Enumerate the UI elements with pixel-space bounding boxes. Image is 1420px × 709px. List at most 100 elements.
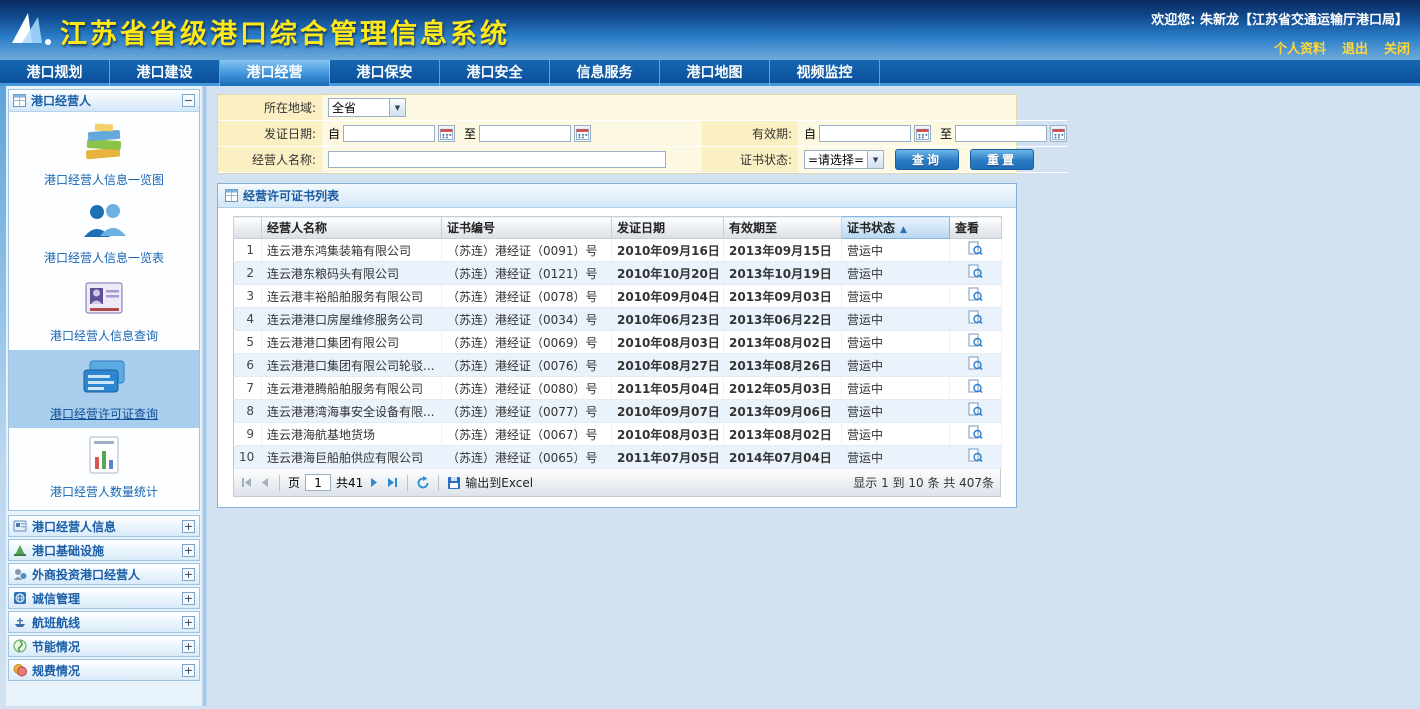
next-page-button[interactable] (368, 476, 381, 489)
cell-name: 连云港丰裕船舶服务有限公司 (262, 285, 442, 308)
header-link-2[interactable]: 关闭 (1384, 42, 1410, 57)
validity-to-input[interactable] (955, 125, 1047, 142)
cell-status: 营运中 (842, 331, 950, 354)
table-row[interactable]: 3连云港丰裕船舶服务有限公司（苏连）港经证（0078）号2010年09月04日2… (234, 285, 1002, 308)
nav-tab-5[interactable]: 信息服务 (550, 60, 660, 86)
expand-button[interactable]: + (182, 520, 195, 533)
license-icon (81, 357, 127, 400)
column-header-4[interactable]: 有效期至 (724, 217, 842, 239)
sidebar-panel-header[interactable]: 港口经营人 − (9, 90, 199, 112)
nav-tab-3[interactable]: 港口保安 (330, 60, 440, 86)
view-icon[interactable] (968, 425, 983, 440)
table-row[interactable]: 4连云港港口房屋维修服务公司（苏连）港经证（0034）号2010年06月23日2… (234, 308, 1002, 331)
region-select[interactable]: 全省 ▼ (328, 98, 406, 117)
sidebar-collapsed-panel-6[interactable]: 规费情况+ (8, 659, 200, 681)
content-area: 港口经营人 − 港口经营人信息一览图港口经营人信息一览表港口经营人信息查询港口经… (0, 86, 1420, 706)
column-header-5[interactable]: 证书状态▲ (842, 217, 950, 239)
column-header-0[interactable] (234, 217, 262, 239)
last-page-button[interactable] (386, 476, 399, 489)
cell-cert_no: （苏连）港经证（0091）号 (442, 239, 612, 262)
sidebar-collapsed-panel-4[interactable]: 航班航线+ (8, 611, 200, 633)
column-header-6[interactable]: 查看 (950, 217, 1002, 239)
view-icon[interactable] (968, 402, 983, 417)
pager: 页 共41 (233, 469, 1001, 497)
export-excel-button[interactable]: 输出到Excel (447, 474, 533, 491)
column-header-1[interactable]: 经营人名称 (262, 217, 442, 239)
sidebar-collapsed-panel-1[interactable]: 港口基础设施+ (8, 539, 200, 561)
column-header-3[interactable]: 发证日期 (612, 217, 724, 239)
refresh-button[interactable] (416, 476, 430, 490)
expand-button[interactable]: + (182, 664, 195, 677)
region-select-value: 全省 (329, 99, 389, 116)
page-number-input[interactable] (305, 474, 331, 491)
query-button[interactable]: 查询 (895, 149, 959, 170)
cert-status-select[interactable]: =请选择= ▼ (804, 150, 884, 169)
nav-tab-1[interactable]: 港口建设 (110, 60, 220, 86)
sidebar-item-1[interactable]: 港口经营人信息一览表 (9, 194, 199, 272)
validity-from-input[interactable] (819, 125, 911, 142)
nav-tab-0[interactable]: 港口规划 (0, 60, 110, 86)
issue-date-from-input[interactable] (343, 125, 435, 142)
sidebar-collapsed-panel-0[interactable]: 港口经营人信息+ (8, 515, 200, 537)
app-logo-icon (10, 10, 52, 51)
expand-button[interactable]: + (182, 640, 195, 653)
table-row[interactable]: 1连云港东鸿集装箱有限公司（苏连）港经证（0091）号2010年09月16日20… (234, 239, 1002, 262)
header-link-0[interactable]: 个人资料 (1274, 42, 1326, 57)
view-icon[interactable] (968, 310, 983, 325)
sidebar-item-label: 港口经营人数量统计 (50, 483, 158, 500)
calendar-icon[interactable] (574, 125, 591, 142)
expand-button[interactable]: + (182, 544, 195, 557)
header-link-1[interactable]: 退出 (1342, 42, 1368, 57)
sidebar-collapsed-panel-2[interactable]: 外商投资港口经营人+ (8, 563, 200, 585)
table-row[interactable]: 10连云港海巨船舶供应有限公司（苏连）港经证（0065）号2011年07月05日… (234, 446, 1002, 469)
column-header-2[interactable]: 证书编号 (442, 217, 612, 239)
nav-tab-2[interactable]: 港口经营 (220, 60, 330, 86)
calendar-icon[interactable] (438, 125, 455, 142)
operator-name-input[interactable] (328, 151, 666, 168)
expand-button[interactable]: + (182, 568, 195, 581)
table-row[interactable]: 2连云港东粮码头有限公司（苏连）港经证（0121）号2010年10月20日201… (234, 262, 1002, 285)
sidebar-item-4[interactable]: 港口经营人数量统计 (9, 428, 199, 506)
view-icon[interactable] (968, 448, 983, 463)
reset-button[interactable]: 重置 (970, 149, 1034, 170)
cell-valid_until: 2013年10月19日 (724, 262, 842, 285)
table-row[interactable]: 8连云港港湾海事安全设备有限...（苏连）港经证（0077）号2010年09月0… (234, 400, 1002, 423)
table-row[interactable]: 9连云港海航基地货场（苏连）港经证（0067）号2010年08月03日2013年… (234, 423, 1002, 446)
view-icon[interactable] (968, 333, 983, 348)
sidebar-collapsed-panel-3[interactable]: 诚信管理+ (8, 587, 200, 609)
cell-cert_no: （苏连）港经证（0069）号 (442, 331, 612, 354)
collapse-button[interactable]: − (182, 94, 195, 107)
view-icon[interactable] (968, 379, 983, 394)
first-page-button[interactable] (240, 476, 253, 489)
prev-page-button[interactable] (258, 476, 271, 489)
foreign-investment-icon (13, 567, 27, 581)
sidebar-collapsed-panel-5[interactable]: 节能情况+ (8, 635, 200, 657)
view-icon[interactable] (968, 264, 983, 279)
calendar-icon[interactable] (914, 125, 931, 142)
view-icon[interactable] (968, 356, 983, 371)
cell-status: 营运中 (842, 400, 950, 423)
table-row[interactable]: 6连云港港口集团有限公司轮驳...（苏连）港经证（0076）号2010年08月2… (234, 354, 1002, 377)
issue-date-to-input[interactable] (479, 125, 571, 142)
expand-button[interactable]: + (182, 592, 195, 605)
calendar-icon[interactable] (1050, 125, 1067, 142)
cell-valid_until: 2013年09月15日 (724, 239, 842, 262)
sidebar-item-0[interactable]: 港口经营人信息一览图 (9, 116, 199, 194)
table-panel-icon (13, 94, 26, 107)
cell-cert_no: （苏连）港经证（0034）号 (442, 308, 612, 331)
sidebar-item-3[interactable]: 港口经营许可证查询 (9, 350, 199, 428)
cell-view (950, 262, 1002, 285)
expand-button[interactable]: + (182, 616, 195, 629)
total-pages-label: 共41 (336, 474, 363, 491)
sidebar-item-2[interactable]: 港口经营人信息查询 (9, 272, 199, 350)
view-icon[interactable] (968, 287, 983, 302)
nav-tab-7[interactable]: 视频监控 (770, 60, 880, 86)
cell-view (950, 331, 1002, 354)
nav-tab-4[interactable]: 港口安全 (440, 60, 550, 86)
table-row[interactable]: 7连云港港腾船舶服务有限公司（苏连）港经证（0080）号2011年05月04日2… (234, 377, 1002, 400)
app-header: 江苏省省级港口综合管理信息系统 欢迎您: 朱新龙【江苏省交通运输厅港口局】 个人… (0, 0, 1420, 60)
cell-name: 连云港港口集团有限公司轮驳... (262, 354, 442, 377)
nav-tab-6[interactable]: 港口地图 (660, 60, 770, 86)
view-icon[interactable] (968, 241, 983, 256)
table-row[interactable]: 5连云港港口集团有限公司（苏连）港经证（0069）号2010年08月03日201… (234, 331, 1002, 354)
